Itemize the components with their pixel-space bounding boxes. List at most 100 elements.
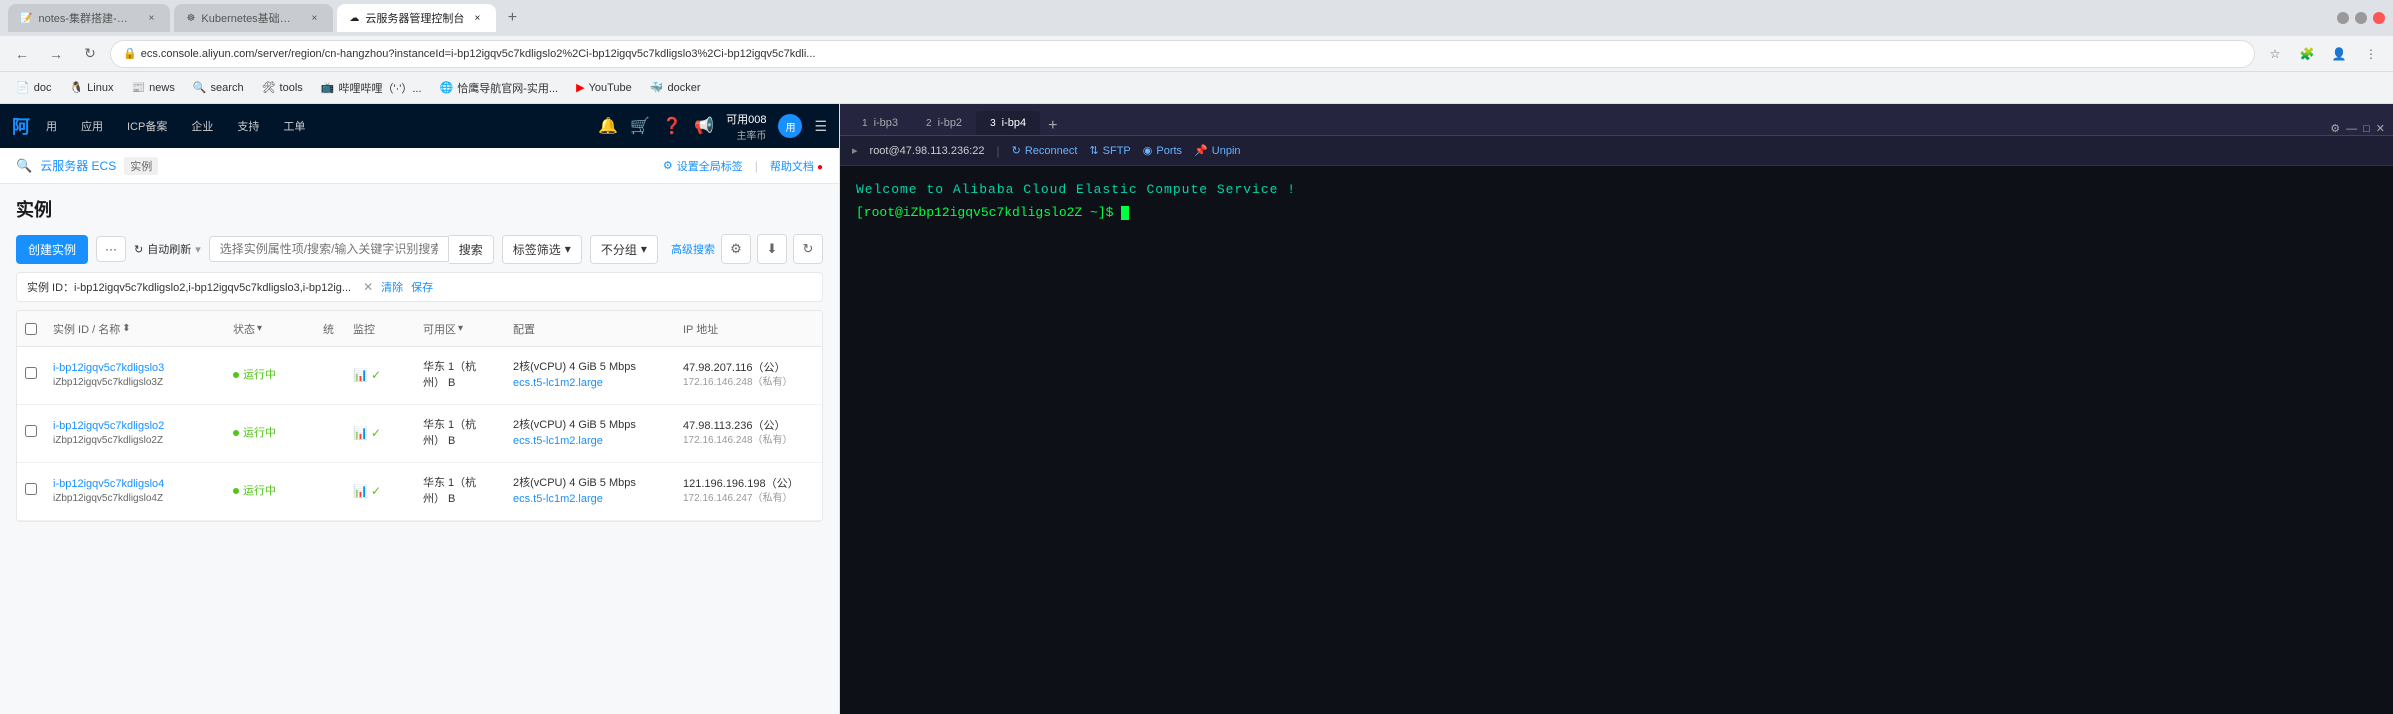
settings-link[interactable]: ⚙ 设置全局标签 <box>663 158 743 174</box>
select-all-checkbox[interactable] <box>25 323 37 335</box>
terminal-settings-icon[interactable]: ⚙ <box>2330 122 2340 135</box>
terminal-maximize-icon[interactable]: □ <box>2363 123 2370 135</box>
terminal-close-icon[interactable]: ✕ <box>2376 122 2385 135</box>
bookmark-star-icon[interactable]: ☆ <box>2261 40 2289 68</box>
ports-icon: ◉ <box>1143 144 1153 157</box>
tab-favicon-notes: 📝 <box>20 13 32 24</box>
tab-ecs[interactable]: ☁ 云服务器管理控制台 × <box>337 4 496 32</box>
row2-checkbox <box>17 419 45 448</box>
refresh-button[interactable]: ↻ <box>793 234 823 264</box>
status-filter-icon[interactable]: ▾ <box>257 323 262 334</box>
group-chevron: ▾ <box>641 242 647 256</box>
help-link[interactable]: 帮助文档 ● <box>770 158 823 174</box>
terminal-tab-bp4[interactable]: 3 i-bp4 <box>976 111 1040 135</box>
row1-chart-icon[interactable]: 📊 <box>353 368 368 382</box>
bookmark-docker[interactable]: 🐳docker <box>642 78 709 97</box>
ports-button[interactable]: ◉ Ports <box>1143 144 1182 157</box>
row2-tong <box>315 428 345 440</box>
nav-item-qiye[interactable]: 企业 <box>183 118 221 134</box>
tag-filter-button[interactable]: 标签筛选 ▾ <box>502 235 582 264</box>
zone-filter-icon[interactable]: ▾ <box>458 323 463 334</box>
terminal-minimize-icon[interactable]: — <box>2346 123 2357 135</box>
filter-close-icon[interactable]: ✕ <box>363 280 373 294</box>
search-input[interactable] <box>209 236 449 262</box>
bookmark-linux[interactable]: 🐧Linux <box>61 78 121 97</box>
tab-notes[interactable]: 📝 notes-集群搭建-初始… × <box>8 4 170 32</box>
more-actions-button[interactable]: ··· <box>96 236 126 262</box>
adv-search-link[interactable]: 高级搜索 <box>671 241 715 257</box>
row3-config-type-link[interactable]: ecs.t5-lc1m2.large <box>513 492 667 507</box>
unpin-button[interactable]: 📌 Unpin <box>1194 144 1240 157</box>
gear-button[interactable]: ⚙ <box>721 234 751 264</box>
extensions-icon[interactable]: 🧩 <box>2293 40 2321 68</box>
bookmark-tools[interactable]: 🛠tools <box>254 78 311 97</box>
tab-close-notes[interactable]: × <box>144 11 158 25</box>
bookmark-qiaoying[interactable]: 🌐恰鹰导航官网-实用... <box>432 77 567 99</box>
user-balance: 可用008 主率币 <box>726 111 766 142</box>
terminal-tabs: 1 i-bp3 2 i-bp2 3 i-bp4 + ⚙ — □ ✕ <box>840 104 2393 136</box>
forward-button[interactable]: → <box>42 40 70 68</box>
group-button[interactable]: 不分组 ▾ <box>590 235 658 264</box>
row3-chart-icon[interactable]: 📊 <box>353 484 368 498</box>
bookmark-youtube[interactable]: ▶YouTube <box>568 78 640 97</box>
search-button[interactable]: 搜索 <box>449 235 494 264</box>
bookmark-doc[interactable]: 📄doc <box>8 78 59 97</box>
menu-icon[interactable]: ☰ <box>814 118 827 135</box>
row2-instance-id-link[interactable]: i-bp12igqv5c7kdligslo2 <box>53 419 217 434</box>
row2-id: i-bp12igqv5c7kdligslo2 iZbp12igqv5c7kdli… <box>45 413 225 454</box>
tab-title-k8s: Kubernetes基础概念 <box>201 10 301 26</box>
terminal-tab-bp3[interactable]: 1 i-bp3 <box>848 111 912 135</box>
row1-instance-id-link[interactable]: i-bp12igqv5c7kdligslo3 <box>53 361 217 376</box>
row2-check-icon: ✓ <box>371 426 381 440</box>
row1-ip: 47.98.207.116（公） 172.16.146.248（私有） <box>675 355 823 396</box>
tab-number-3: 3 <box>990 118 996 129</box>
new-tab-button[interactable]: + <box>500 6 524 30</box>
row2-config-type-link[interactable]: ecs.t5-lc1m2.large <box>513 434 667 449</box>
user-avatar[interactable]: 用 <box>778 114 802 138</box>
row1-config-type-link[interactable]: ecs.t5-lc1m2.large <box>513 376 667 391</box>
row3-select[interactable] <box>25 483 37 495</box>
cart-icon[interactable]: 🛒 <box>630 116 650 136</box>
row1-select[interactable] <box>25 367 37 379</box>
window-minimize[interactable] <box>2337 12 2349 24</box>
nav-item-yong[interactable]: 用 <box>38 118 65 134</box>
row1-check-icon: ✓ <box>371 368 381 382</box>
nav-item-yingyong[interactable]: 应用 <box>73 118 111 134</box>
auto-refresh-chevron: ▾ <box>195 243 201 256</box>
address-bar[interactable]: 🔒 ecs.console.aliyun.com/server/region/c… <box>110 40 2255 68</box>
profile-icon[interactable]: 👤 <box>2325 40 2353 68</box>
sort-icon[interactable]: ⬍ <box>122 323 130 334</box>
row3-instance-id-link[interactable]: i-bp12igqv5c7kdligslo4 <box>53 477 217 492</box>
row2-select[interactable] <box>25 425 37 437</box>
bookmark-bilibili[interactable]: 📺哔哩哔哩（'·'）... <box>313 77 430 99</box>
settings-icon[interactable]: ⋮ <box>2357 40 2385 68</box>
terminal-add-tab[interactable]: + <box>1040 117 1065 135</box>
window-maximize[interactable] <box>2355 12 2367 24</box>
nav-item-zhichi[interactable]: 支持 <box>229 118 267 134</box>
tab-close-k8s[interactable]: × <box>307 11 321 25</box>
reload-button[interactable]: ↻ <box>76 40 104 68</box>
tab-k8s[interactable]: ☸ Kubernetes基础概念 × <box>174 4 333 32</box>
terminal-tab-bp2[interactable]: 2 i-bp2 <box>912 111 976 135</box>
nav-item-icp[interactable]: ICP备案 <box>119 118 175 134</box>
reconnect-button[interactable]: ↻ Reconnect <box>1012 144 1078 157</box>
tab-close-ecs[interactable]: × <box>470 11 484 25</box>
download-button[interactable]: ⬇ <box>757 234 787 264</box>
page-title: 实例 <box>16 196 823 222</box>
nav-item-gongdan[interactable]: 工单 <box>275 118 313 134</box>
terminal-host-label: root@47.98.113.236:22 <box>870 145 985 157</box>
filter-clear-link[interactable]: 清除 <box>381 279 403 295</box>
bookmark-search[interactable]: 🔍search <box>185 78 252 97</box>
question-icon[interactable]: ❓ <box>662 116 682 136</box>
breadcrumb-ecs[interactable]: 云服务器 ECS <box>40 157 116 174</box>
row2-chart-icon[interactable]: 📊 <box>353 426 368 440</box>
window-close[interactable] <box>2373 12 2385 24</box>
create-instance-button[interactable]: 创建实例 <box>16 235 88 264</box>
bell-icon[interactable]: 🔔 <box>598 116 618 136</box>
back-button[interactable]: ← <box>8 40 36 68</box>
announce-icon[interactable]: 📢 <box>694 116 714 136</box>
bookmark-news[interactable]: 📰news <box>123 78 182 97</box>
filter-save-link[interactable]: 保存 <box>411 279 433 295</box>
sftp-button[interactable]: ⇅ SFTP <box>1089 144 1130 157</box>
row3-instance-name: iZbp12igqv5c7kdligslo4Z <box>53 492 217 506</box>
